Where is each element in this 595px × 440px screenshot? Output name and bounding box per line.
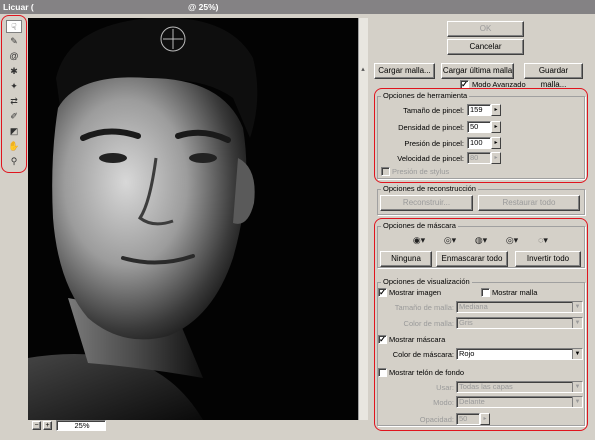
vertical-scrollbar[interactable] [358, 18, 368, 420]
window-title-bar: Licuar ( @ 25%) [0, 0, 595, 14]
cancel-button[interactable]: Cancelar [447, 39, 524, 55]
window-zoom-title: @ 25%) [188, 2, 219, 12]
load-last-mesh-button[interactable]: Cargar última malla [441, 63, 514, 79]
status-bar: − + 25% [28, 420, 368, 432]
portrait-photo [28, 18, 358, 420]
load-mesh-button[interactable]: Cargar malla... [374, 63, 435, 79]
reconstruct-button: Reconstruir... [380, 195, 473, 211]
mask-view-options-highlight [374, 218, 588, 431]
zoom-level-field[interactable]: 25% [56, 420, 106, 431]
preview-canvas[interactable] [28, 18, 358, 420]
zoom-out-button[interactable]: − [32, 421, 41, 430]
tool-options-highlight [374, 88, 588, 183]
toolbox-highlight [1, 15, 27, 173]
ok-button[interactable]: OK [447, 21, 524, 37]
save-mesh-button[interactable]: Guardar malla... [524, 63, 583, 89]
window-title: Licuar ( [3, 2, 34, 12]
reconstruct-options-legend: Opciones de reconstrucción [381, 184, 478, 193]
restore-all-button: Restaurar todo [478, 195, 580, 211]
scroll-arrow-icon[interactable]: ▴ [359, 65, 367, 76]
zoom-in-button[interactable]: + [43, 421, 52, 430]
